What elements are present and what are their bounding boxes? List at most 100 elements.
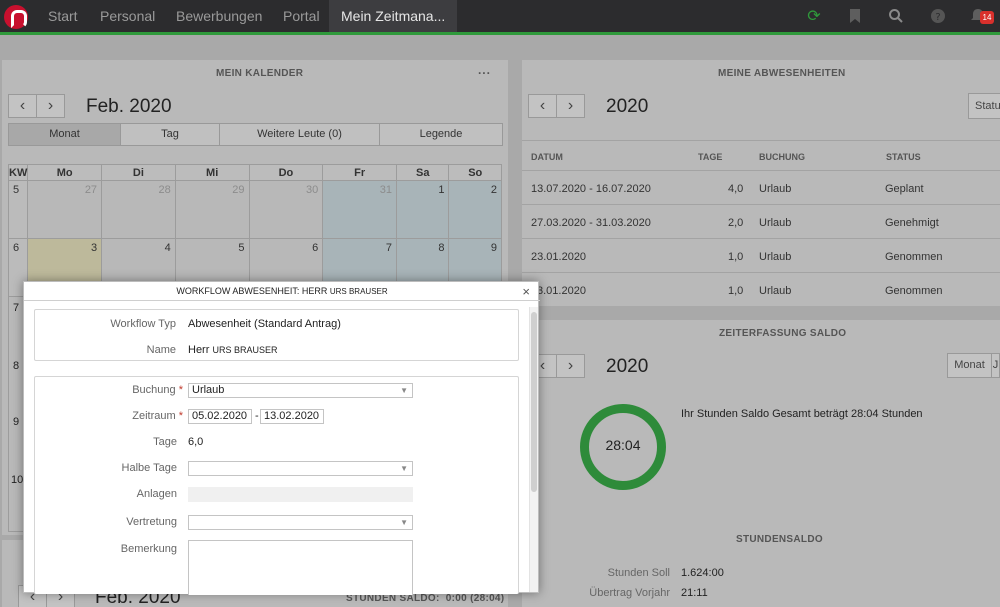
tab-weitere-leute[interactable]: Weitere Leute (0)	[219, 123, 380, 146]
app-logo[interactable]	[4, 5, 28, 29]
col-fr: Fr	[322, 164, 397, 181]
table-row[interactable]: 23.01.2020 1,0 Urlaub Genommen	[522, 238, 1000, 272]
cell-buchung: Urlaub	[759, 251, 792, 263]
nav-portal[interactable]: Portal	[283, 0, 320, 32]
col-do: Do	[248, 164, 324, 181]
saldo-jahr-button[interactable]: J	[991, 353, 1000, 378]
col-tage: TAGE	[698, 152, 723, 162]
dialog-scrollbar[interactable]	[529, 307, 538, 592]
cell-datum: 3.01.2020	[537, 285, 586, 297]
zeitraum-to-input[interactable]: 13.02.2020	[260, 409, 324, 424]
tage-value: 6,0	[188, 436, 204, 448]
col-sa: Sa	[395, 164, 450, 181]
search-icon[interactable]	[887, 8, 905, 26]
info-card: Workflow Typ Abwesenheit (Standard Antra…	[34, 309, 519, 361]
name-label: Name	[146, 344, 176, 356]
cell-tage: 1,0	[728, 285, 744, 297]
saldo-year: 2020	[606, 356, 649, 377]
absences-header-row: DATUM TAGE BUCHUNG STATUS	[522, 140, 1000, 170]
form-card: Buchung * Urlaub ▼ Zeitraum * 05.02.2020 …	[34, 376, 519, 595]
absences-prev-button[interactable]: ‹	[528, 94, 557, 118]
anlagen-upload[interactable]	[188, 487, 413, 502]
vertretung-select[interactable]: ▼	[188, 515, 413, 530]
calendar-day[interactable]: 1	[395, 180, 450, 239]
calendar-menu-icon[interactable]: ···	[478, 66, 491, 80]
table-row[interactable]: 27.03.2020 - 31.03.2020 2,0 Urlaub Geneh…	[522, 204, 1000, 238]
week-number: 5	[7, 180, 29, 239]
week-number: 7	[13, 302, 20, 314]
tab-monat[interactable]: Monat	[8, 123, 121, 146]
nav-bewerbungen[interactable]: Bewerbungen	[176, 0, 262, 32]
table-row[interactable]: 13.07.2020 - 16.07.2020 4,0 Urlaub Gepla…	[522, 170, 1000, 204]
tab-legende[interactable]: Legende	[379, 123, 503, 146]
saldo-monat-button[interactable]: Monat	[947, 353, 992, 378]
zeitraum-separator: -	[255, 410, 259, 422]
table-row[interactable]: 3.01.2020 1,0 Urlaub Genommen	[522, 272, 1000, 306]
required-mark: *	[178, 384, 183, 396]
refresh-icon[interactable]: ⟳	[805, 8, 823, 26]
calendar-day[interactable]: 2	[448, 180, 502, 239]
vorjahr-label: Übertrag Vorjahr	[589, 587, 670, 599]
buchung-select[interactable]: Urlaub ▼	[188, 383, 413, 398]
vertretung-label: Vertretung	[126, 516, 177, 528]
nav-start[interactable]: Start	[48, 0, 78, 32]
anlagen-label: Anlagen	[136, 488, 177, 500]
col-status: STATUS	[886, 152, 921, 162]
stundensaldo-title: STUNDENSALDO	[736, 534, 823, 545]
workflow-typ-label: Workflow Typ	[110, 318, 176, 330]
cell-datum: 13.07.2020 - 16.07.2020	[531, 183, 651, 195]
cell-status: Genommen	[885, 251, 943, 263]
calendar-day[interactable]: 29	[174, 180, 250, 239]
absences-next-button[interactable]: ›	[556, 94, 585, 118]
absences-year: 2020	[606, 96, 649, 117]
calendar-day[interactable]: 27	[27, 180, 103, 239]
calendar-prev-button[interactable]: ‹	[8, 94, 37, 118]
chevron-down-icon: ▼	[400, 464, 408, 473]
col-mo: Mo	[27, 164, 103, 181]
saldo-title: ZEITERFASSUNG SALDO	[719, 328, 847, 339]
cell-datum: 27.03.2020 - 31.03.2020	[531, 217, 651, 229]
col-di: Di	[101, 164, 176, 181]
calendar-grid: KW Mo Di Mi Do Fr Sa So 5 27 28 29 30 31…	[7, 164, 502, 297]
buchung-label-text: Buchung	[132, 384, 176, 396]
cell-tage: 2,0	[728, 217, 744, 229]
col-datum: DATUM	[531, 152, 563, 162]
bemerkung-label: Bemerkung	[120, 543, 177, 555]
calendar-day[interactable]: 30	[248, 180, 324, 239]
nav-mein-zeitmanagement[interactable]: Mein Zeitmana...	[329, 0, 458, 32]
week-number: 8	[13, 360, 20, 372]
zeitraum-label: Zeitraum *	[83, 410, 183, 422]
dialog-title: WORKFLOW ABWESENHEIT: HERR URS BRAUSER	[24, 282, 540, 301]
saldo-next-button[interactable]: ›	[556, 354, 585, 378]
calendar-day[interactable]: 28	[101, 180, 176, 239]
calendar-day[interactable]: 31	[322, 180, 397, 239]
zeitraum-from-input[interactable]: 05.02.2020	[188, 409, 252, 424]
tab-tag[interactable]: Tag	[120, 123, 220, 146]
help-icon[interactable]: ?	[929, 8, 947, 26]
name-small: URS BRAUSER	[212, 345, 278, 355]
halbe-tage-select[interactable]: ▼	[188, 461, 413, 476]
col-kw: KW	[7, 164, 29, 181]
notification-badge: 14	[980, 11, 994, 24]
workflow-typ-value: Abwesenheit (Standard Antrag)	[188, 318, 341, 330]
workflow-dialog: WORKFLOW ABWESENHEIT: HERR URS BRAUSER ×…	[23, 281, 540, 595]
halbe-tage-label: Halbe Tage	[121, 462, 177, 474]
soll-label: Stunden Soll	[607, 567, 670, 579]
cell-tage: 1,0	[728, 251, 744, 263]
scrollbar-thumb[interactable]	[531, 312, 537, 492]
cell-status: Geplant	[885, 183, 924, 195]
soll-value: 1.624:00	[681, 567, 724, 579]
status-filter-button[interactable]: Statu	[968, 93, 1000, 119]
svg-text:?: ?	[935, 12, 940, 23]
close-icon[interactable]: ×	[522, 283, 530, 300]
name-value: Herr URS BRAUSER	[188, 344, 277, 356]
bookmark-icon[interactable]	[846, 8, 864, 26]
bemerkung-textarea[interactable]	[188, 540, 413, 595]
required-mark: *	[178, 410, 183, 422]
cell-buchung: Urlaub	[759, 217, 792, 229]
nav-personal[interactable]: Personal	[100, 0, 155, 32]
absences-title: MEINE ABWESENHEITEN	[718, 68, 846, 79]
calendar-next-button[interactable]: ›	[36, 94, 65, 118]
week-number: 9	[13, 416, 20, 428]
chevron-down-icon: ▼	[400, 518, 408, 527]
